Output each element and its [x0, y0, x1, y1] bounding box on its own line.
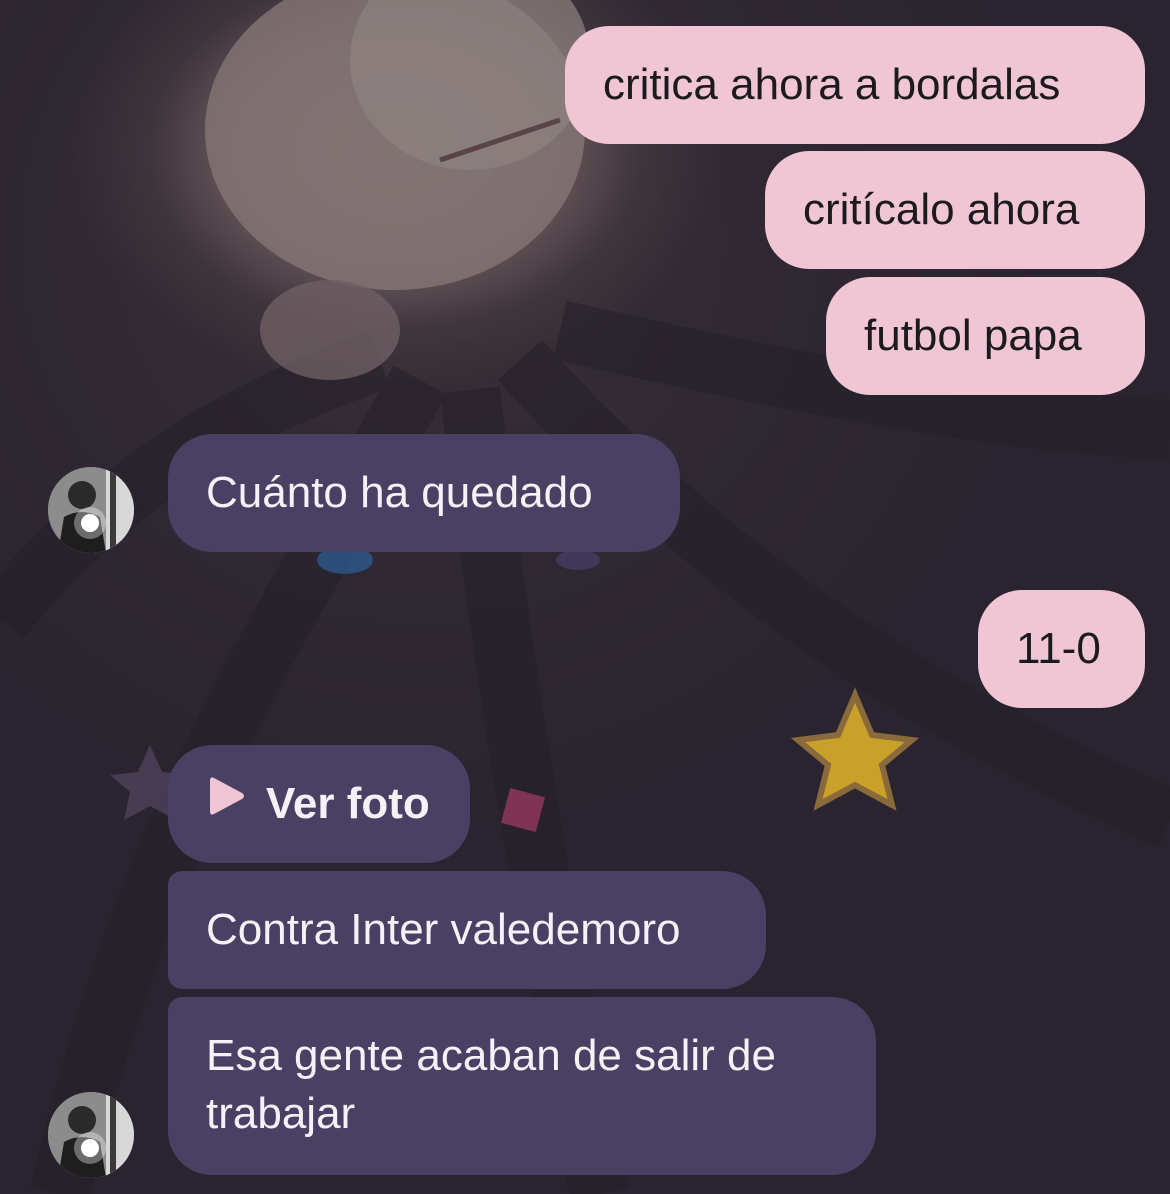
outgoing-message[interactable]: critica ahora a bordalas	[565, 26, 1145, 144]
outgoing-message[interactable]: futbol papa	[826, 277, 1145, 395]
outgoing-message[interactable]: critícalo ahora	[765, 151, 1145, 269]
play-icon	[206, 774, 246, 832]
incoming-message[interactable]: Cuánto ha quedado	[168, 434, 680, 552]
message-text: futbol papa	[864, 311, 1082, 360]
avatar[interactable]	[48, 1092, 134, 1178]
view-photo-button[interactable]: Ver foto	[168, 745, 470, 863]
message-text-line: trabajar	[206, 1089, 356, 1138]
avatar-photo	[48, 467, 134, 553]
yellow-star-icon	[790, 687, 920, 811]
message-text-line: Esa gente acaban de salir de	[206, 1031, 776, 1080]
message-text: critica ahora a bordalas	[603, 60, 1061, 109]
incoming-message[interactable]: Esa gente acaban de salir de trabajar	[168, 997, 876, 1175]
message-text: Contra Inter valedemoro	[206, 905, 681, 954]
incoming-message[interactable]: Contra Inter valedemoro	[168, 871, 766, 989]
view-photo-label: Ver foto	[266, 779, 430, 828]
message-text: 11-0	[1016, 624, 1101, 673]
message-text: critícalo ahora	[803, 185, 1080, 234]
message-text: Cuánto ha quedado	[206, 468, 593, 517]
avatar-photo	[48, 1092, 134, 1178]
avatar[interactable]	[48, 467, 134, 553]
outgoing-message[interactable]: 11-0	[978, 590, 1145, 708]
